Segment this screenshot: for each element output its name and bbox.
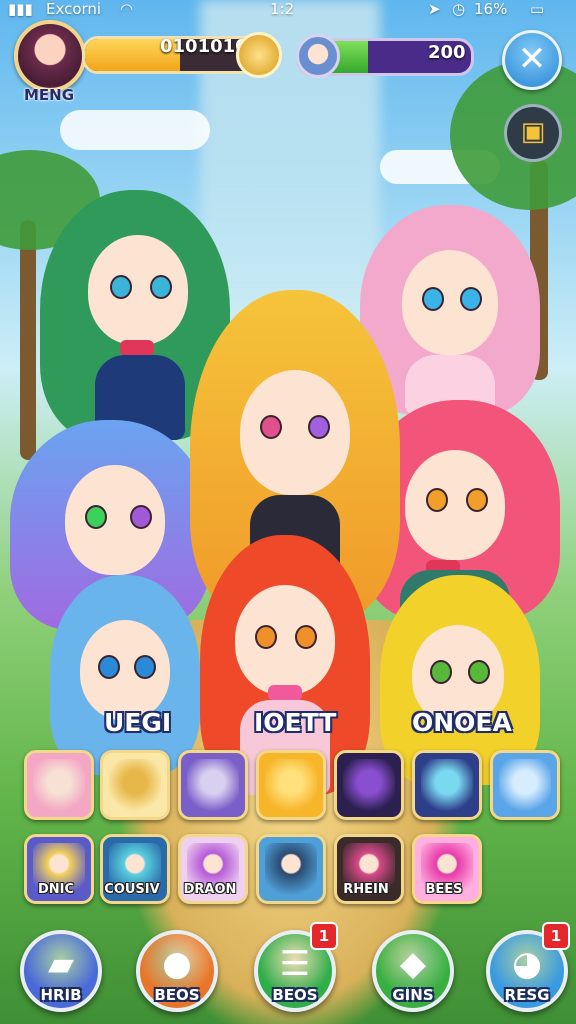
energy-value: 200 [428,42,466,63]
nav-label: HRIB [40,986,82,1004]
nav-label: RESG [504,986,550,1004]
item-slot[interactable] [412,750,482,820]
treasure-chest-icon: ▣ [520,117,546,147]
item-slot[interactable] [256,834,326,904]
clock: 1:2 [270,0,295,18]
gold-wing-emblem-icon [265,759,317,811]
cloud [60,110,210,150]
close-button[interactable]: ✕ [502,30,562,90]
alarm-icon: ◷ [452,0,466,18]
item-caption: DRAON [183,882,237,897]
stack-cards-icon: ▰ [47,944,75,984]
team-label-left: UEGI [104,708,172,737]
notification-badge: 1 [542,922,570,950]
chest-button[interactable]: ▣ [504,104,562,162]
item-slot[interactable] [178,750,248,820]
team-label-center: IOETT [254,708,337,737]
item-caption: COUSIV [104,882,160,897]
list-menu-icon: ☰ [279,944,311,984]
item-slot[interactable] [256,750,326,820]
blue-slime-icon: ◕ [512,944,542,984]
battery-percent: 16% [474,0,508,18]
item-caption: BEES [425,882,463,897]
location-icon: ➤ [428,0,441,18]
player-name: MENG [24,86,75,104]
close-icon: ✕ [517,39,547,79]
orange-beast-icon: ● [162,944,192,984]
pink-hair-character-icon [33,759,85,811]
yellow-pet-icon: ◆ [399,944,427,984]
status-bar: ▮▮▮ Excorni ◠ 1:2 ➤ ◷ 16% ▭ [0,0,576,20]
crystal-blade-icon [421,759,473,811]
player-avatar[interactable] [14,20,86,92]
signal-icon: ▮▮▮ [8,0,33,18]
item-slot[interactable] [24,750,94,820]
battery-icon: ▭ [530,0,545,18]
item-slot[interactable] [334,750,404,820]
nav-label: GINS [392,986,434,1004]
item-slot[interactable] [490,750,560,820]
hammer-tool-icon [109,759,161,811]
light-blue-hair-character [50,575,200,775]
nav-label: BEOS [272,986,318,1004]
energy-avatar-icon [296,34,340,78]
silver-hair-character-icon [187,759,239,811]
wifi-icon: ◠ [120,0,134,18]
currency-value: 0101010 [160,36,248,57]
item-slot[interactable] [100,750,170,820]
nav-label: BEOS [154,986,200,1004]
purple-sword-icon [343,759,395,811]
team-label-right: ONOEA [412,708,512,737]
gold-shield-icon[interactable] [236,32,282,78]
blue-helmet-icon [265,843,317,895]
carrier-name: Excorni [46,0,102,18]
notification-badge: 1 [310,922,338,950]
item-caption: RHEIN [343,882,389,897]
cloud-gauntlet-icon [499,759,551,811]
item-caption: DNIC [37,882,75,897]
